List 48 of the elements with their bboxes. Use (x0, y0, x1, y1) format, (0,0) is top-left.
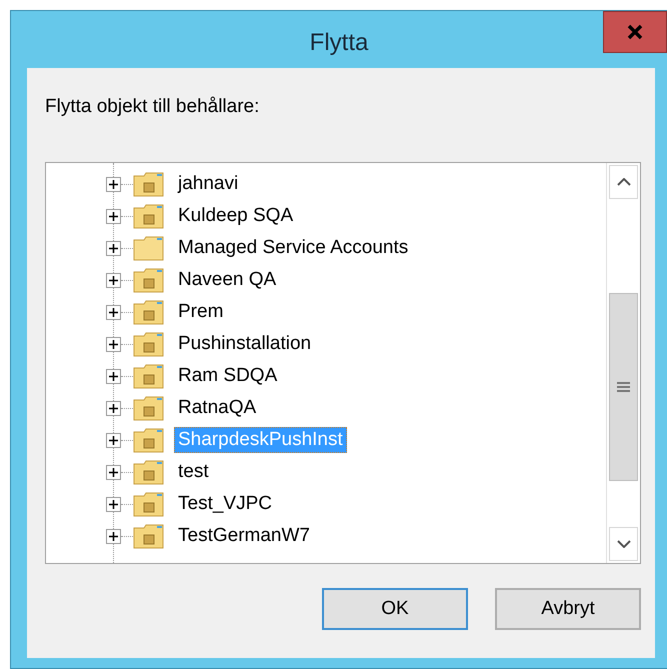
tree-item[interactable]: Naveen QA (174, 267, 280, 293)
folder-icon (133, 171, 165, 197)
scrollbar[interactable] (606, 163, 640, 563)
tree-item[interactable]: Kuldeep SQA (174, 203, 298, 229)
folder-icon (133, 203, 165, 229)
scroll-down-button[interactable] (609, 527, 638, 561)
cancel-button[interactable]: Avbryt (495, 588, 641, 630)
folder-icon (133, 363, 165, 389)
tree-label: Flytta objekt till behållare: (45, 96, 260, 118)
expand-icon[interactable] (106, 240, 121, 256)
tree-item[interactable]: Managed Service Accounts (174, 235, 412, 261)
tree-item[interactable]: Prem (174, 299, 228, 325)
folder-icon (133, 427, 165, 453)
window-title: Flytta (310, 29, 368, 57)
folder-icon (133, 331, 165, 357)
expand-icon[interactable] (106, 272, 121, 288)
tree-item[interactable]: Ram SDQA (174, 363, 282, 389)
folder-icon (133, 523, 165, 549)
folder-icon (133, 267, 165, 293)
tree-item[interactable]: jahnavi (174, 171, 242, 197)
expand-icon[interactable] (106, 176, 121, 192)
expand-icon[interactable] (106, 336, 121, 352)
close-icon (626, 24, 644, 40)
expand-icon[interactable] (106, 464, 121, 480)
ok-button[interactable]: OK (322, 588, 468, 630)
chevron-up-icon (616, 178, 630, 186)
folder-icon (133, 299, 165, 325)
tree-item[interactable]: Test_VJPC (174, 491, 276, 517)
expand-icon[interactable] (106, 496, 121, 512)
close-button[interactable] (603, 11, 667, 53)
expand-icon[interactable] (106, 208, 121, 224)
folder-icon (133, 395, 165, 421)
expand-icon[interactable] (106, 368, 121, 384)
tree-item[interactable]: TestGermanW7 (174, 523, 314, 549)
scroll-up-button[interactable] (609, 165, 638, 199)
expand-icon[interactable] (106, 304, 121, 320)
expand-icon[interactable] (106, 432, 121, 448)
grip-icon (617, 382, 630, 392)
scroll-thumb[interactable] (609, 293, 638, 481)
folder-icon (133, 235, 165, 261)
expand-icon[interactable] (106, 400, 121, 416)
tree-item[interactable]: test (174, 459, 213, 485)
tree-item[interactable]: RatnaQA (174, 395, 260, 421)
folder-icon (133, 459, 165, 485)
folder-icon (133, 491, 165, 517)
tree-item[interactable]: Pushinstallation (174, 331, 316, 357)
chevron-down-icon (616, 540, 630, 548)
expand-icon[interactable] (106, 528, 121, 544)
